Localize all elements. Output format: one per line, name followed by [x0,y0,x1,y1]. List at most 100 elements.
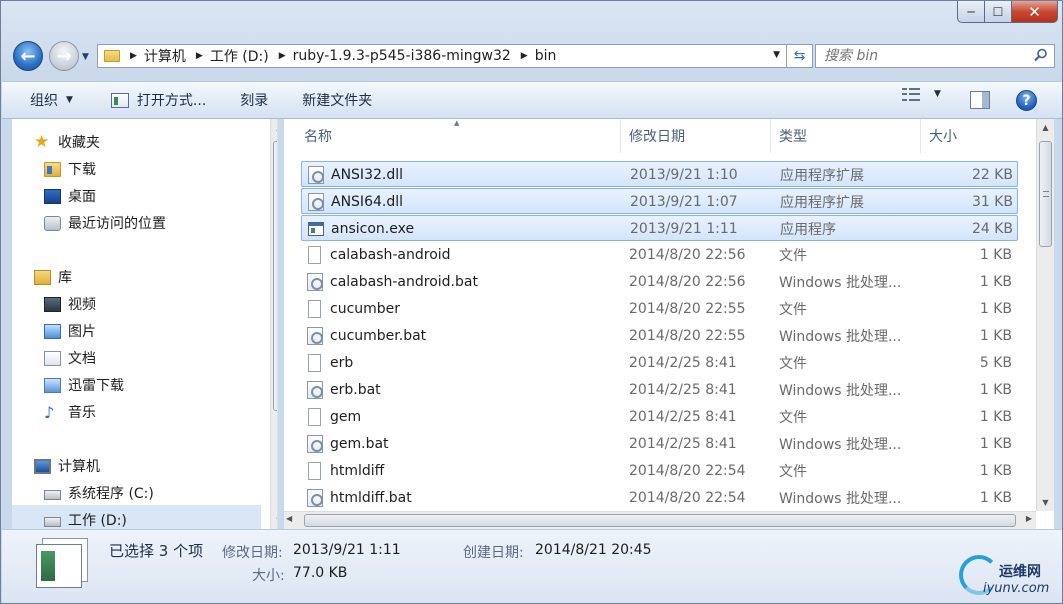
chevron-right-icon[interactable]: ▶ [521,51,528,61]
file-row[interactable]: calabash-android 2014/8/20 22:56 文件 1 KB [301,242,1018,268]
file-row[interactable]: ANSI64.dll 2013/9/21 1:07 应用程序扩展 31 KB [301,188,1018,214]
file-row[interactable]: cucumber 2014/8/20 22:55 文件 1 KB [301,296,1018,322]
file-name: cucumber [330,301,401,317]
file-size: 1 KB [979,328,1012,344]
search-icon[interactable] [1034,48,1048,62]
file-row[interactable]: erb.bat 2014/2/25 8:41 Windows 批处理... 1 KB [301,377,1018,403]
open-with-button[interactable]: 打开方式... [103,86,214,114]
created-value: 2014/8/21 20:45 [535,542,652,558]
scroll-up-icon[interactable]: ▲ [271,119,277,136]
file-date: 2014/8/20 22:56 [629,247,746,263]
back-button[interactable]: ← [13,41,43,71]
column-header-type[interactable]: 类型 [771,119,921,153]
recent-pages-dropdown[interactable]: ▼ [82,52,92,62]
file-row[interactable]: ansicon.exe 2013/9/21 1:11 应用程序 24 KB [301,215,1018,241]
scroll-down-icon[interactable]: ▼ [1037,494,1054,511]
file-name: gem [330,409,362,425]
scroll-down-icon[interactable]: ▼ [271,512,277,529]
file-row[interactable]: gem 2014/2/25 8:41 文件 1 KB [301,404,1018,430]
burn-button[interactable]: 刻录 [232,86,276,114]
file-size: 24 KB [971,221,1013,237]
file-row[interactable]: cucumber.bat 2014/8/20 22:55 Windows 批处理..… [301,323,1018,349]
file-list-vertical-scrollbar[interactable]: ▲ ▼ [1036,119,1054,511]
file-type: Windows 批处理... [779,275,902,291]
nav-recent-places[interactable]: 最近访问的位置 [44,211,166,235]
computer-icon [34,458,51,474]
refresh-button[interactable]: ⇆ [787,44,813,68]
nav-drive-c[interactable]: 系统程序 (C:) [44,481,154,505]
column-header-size[interactable]: 大小 [921,119,1021,153]
modified-value: 2013/9/21 1:11 [293,542,401,558]
bat-file-icon [307,489,323,507]
nav-music[interactable]: ♪ 音乐 [44,400,96,424]
scroll-left-icon[interactable]: ◀ [286,514,292,523]
file-date: 2013/9/21 1:07 [630,194,738,210]
chevron-down-icon: ▼ [66,95,73,105]
address-dropdown[interactable]: ▼ [773,50,780,60]
column-header-name[interactable]: 名称 [296,119,621,153]
arrow-right-icon: → [56,45,72,67]
nav-favorites[interactable]: ★ 收藏夹 [34,130,100,154]
nav-desktop[interactable]: 桌面 [44,184,96,208]
file-size: 31 KB [971,194,1013,210]
minimize-button[interactable]: ─ [957,1,985,23]
file-row[interactable]: gem.bat 2014/2/25 8:41 Windows 批处理... 1 KB [301,431,1018,457]
chevron-right-icon[interactable]: ▶ [279,51,286,61]
views-button[interactable]: ▼ [902,87,941,101]
file-type: 文件 [779,356,807,372]
address-bar[interactable]: ▶ 计算机 ▶ 工作 (D:) ▶ ruby-1.9.3-p545-i386-ming… [97,44,787,68]
file-list: ▲ 名称 修改日期 类型 大小 ANSI32.dll 2013/9/21 1:10… [284,119,1054,529]
size-label: 大小: [252,568,285,584]
search-box[interactable] [815,44,1055,68]
nav-scrollbar[interactable]: ▲ ▼ [270,119,277,529]
file-size: 1 KB [979,382,1012,398]
organize-button[interactable]: 组织 ▼ [22,86,81,114]
nav-libraries[interactable]: 库 [34,265,72,289]
chevron-right-icon[interactable]: ▶ [196,51,203,61]
help-button[interactable]: ? [1016,90,1037,111]
nav-scroll-thumb[interactable] [273,141,277,411]
star-icon: ★ [34,131,50,152]
address-row: ← → ▼ ▶ 计算机 ▶ 工作 (D:) ▶ ruby-1.9.3-p545-i38… [11,40,1055,72]
nav-documents[interactable]: 文档 [44,346,96,370]
nav-thunder-downloads[interactable]: 迅雷下载 [44,373,124,397]
scroll-up-icon[interactable]: ▲ [1037,119,1054,136]
breadcrumb-drive-d[interactable]: ▶ 工作 (D:) [186,45,269,67]
nav-drive-d[interactable]: 工作 (D:) [44,508,127,529]
new-folder-button[interactable]: 新建文件夹 [294,86,380,114]
maximize-button[interactable]: ☐ [985,1,1012,23]
nav-computer[interactable]: 计算机 [34,454,100,478]
file-date: 2013/9/21 1:10 [630,167,738,183]
file-name: htmldiff.bat [330,490,412,506]
scroll-right-icon[interactable]: ▶ [1026,514,1032,523]
file-row[interactable]: calabash-android.bat 2014/8/20 22:56 Windo… [301,269,1018,295]
breadcrumb-ruby[interactable]: ▶ ruby-1.9.3-p545-i386-mingw32 [269,45,511,67]
column-header-date[interactable]: 修改日期 [621,119,771,153]
file-row[interactable]: erb 2014/2/25 8:41 文件 5 KB [301,350,1018,376]
horizontal-scroll-thumb[interactable] [304,514,1016,527]
vertical-scroll-thumb[interactable] [1039,141,1052,247]
nav-pictures[interactable]: 图片 [44,319,96,343]
file-type: Windows 批处理... [779,491,902,507]
watermark: 运维网 iyunv.com [953,551,1059,599]
chevron-down-icon[interactable]: ▼ [934,89,941,99]
file-row[interactable]: htmldiff 2014/8/20 22:54 文件 1 KB [301,458,1018,484]
chevron-right-icon[interactable]: ▶ [130,51,137,61]
file-name: cucumber.bat [330,328,427,344]
file-file-icon [308,354,321,372]
close-button[interactable]: ✕ [1012,1,1058,23]
watermark-text-en: iyunv.com [983,581,1050,596]
file-row[interactable]: htmldiff.bat 2014/8/20 22:54 Windows 批处理..… [301,485,1018,511]
file-row[interactable]: ANSI32.dll 2013/9/21 1:10 应用程序扩展 22 KB [301,161,1018,187]
nav-downloads[interactable]: 下载 [44,157,96,181]
file-list-horizontal-scrollbar[interactable]: ◀ ▶ [284,511,1036,529]
file-date: 2014/8/20 22:56 [629,274,746,290]
forward-button[interactable]: → [49,41,79,71]
breadcrumb-computer[interactable]: ▶ 计算机 [120,45,186,67]
nav-videos[interactable]: 视频 [44,292,96,316]
breadcrumb-bin[interactable]: ▶ bin [511,45,557,67]
file-size: 5 KB [979,355,1012,371]
search-input[interactable] [824,48,1024,64]
preview-pane-button[interactable] [970,91,990,109]
file-date: 2014/2/25 8:41 [629,409,737,425]
